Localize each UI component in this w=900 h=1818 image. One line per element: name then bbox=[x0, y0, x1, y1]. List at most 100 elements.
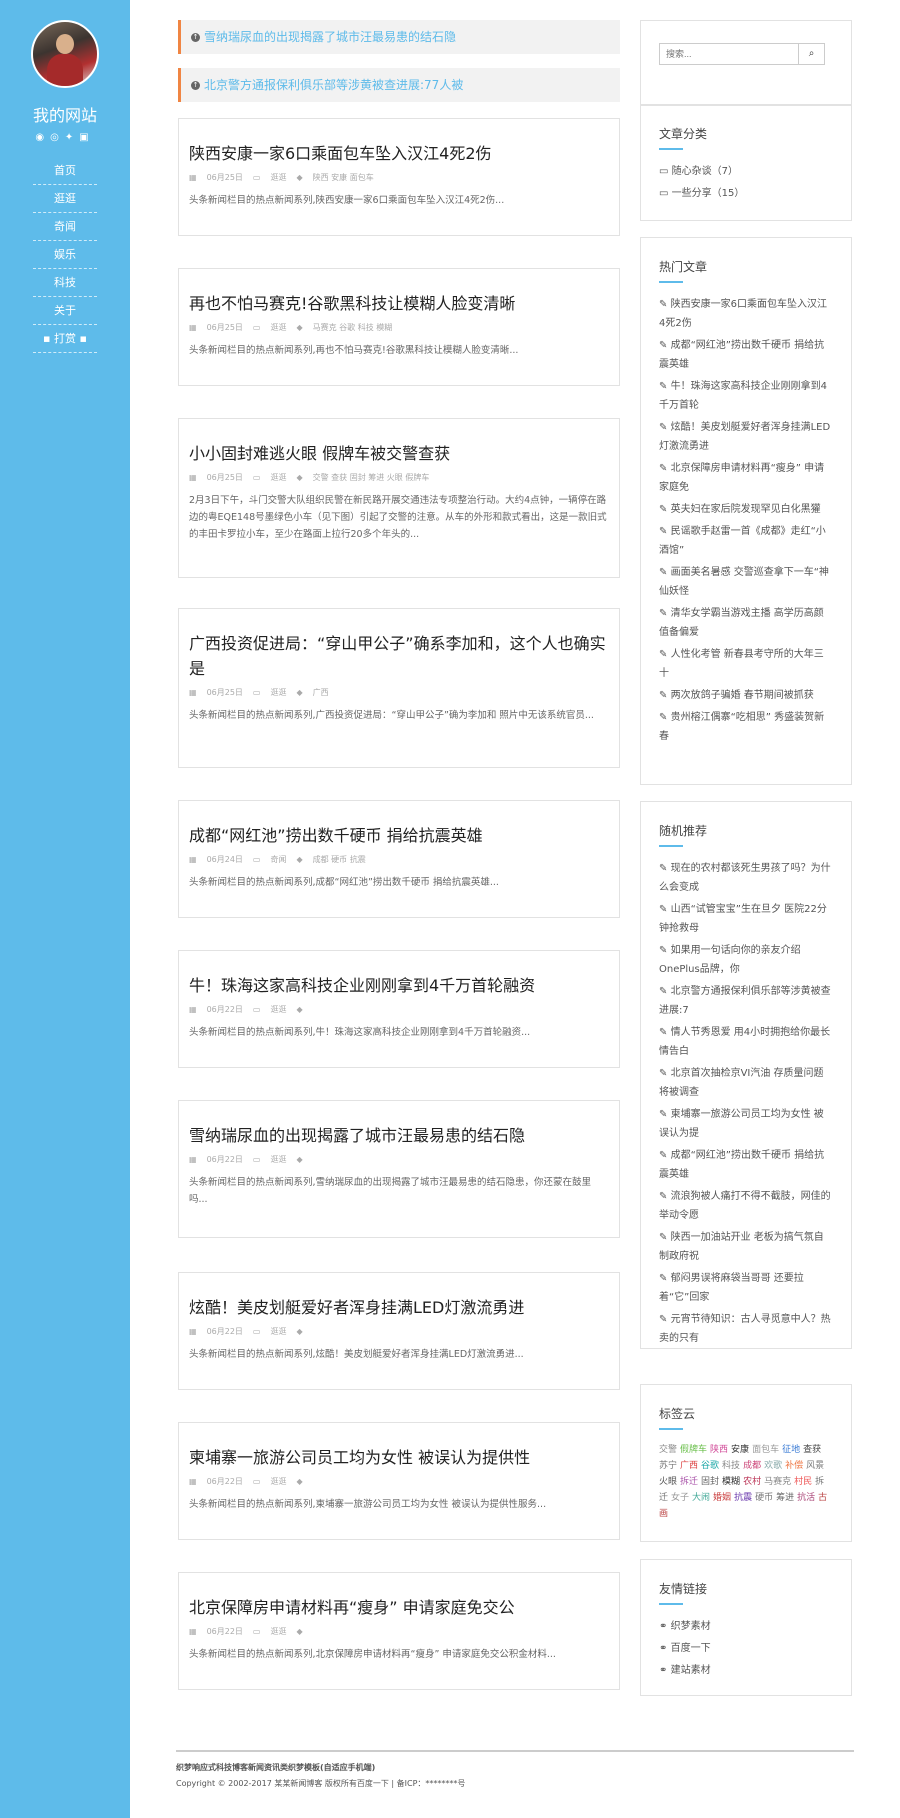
post-title[interactable]: 再也不怕马赛克!谷歌黑科技让模糊人脸变清晰 bbox=[189, 291, 609, 316]
random-article-item[interactable]: ✎ 情人节秀恩爱 用4小时拥抱给你最长情告白 bbox=[659, 1023, 833, 1061]
friend-link-label[interactable]: 百度一下 bbox=[671, 1643, 711, 1654]
random-article-title[interactable]: 柬埔寨一旅游公司员工均为女性 被误认为提 bbox=[659, 1109, 824, 1139]
tag-link[interactable]: 硬币 bbox=[755, 1493, 773, 1503]
post-title[interactable]: 广西投资促进局：“穿山甲公子”确系李加和，这个人也确实是 bbox=[189, 631, 609, 681]
post-category[interactable]: 逛逛 bbox=[270, 173, 286, 182]
hot-article-item[interactable]: ✎ 英夫妇在家后院发现罕见白化黑獾 bbox=[659, 500, 833, 519]
random-article-item[interactable]: ✎ 北京警方通报保利俱乐部等涉黄被查进展:7 bbox=[659, 982, 833, 1020]
tag-link[interactable]: 固封 bbox=[701, 1477, 719, 1487]
hot-article-title[interactable]: 炫酷！美皮划艇爱好者浑身挂满LED灯激流勇进 bbox=[659, 422, 830, 452]
post-title[interactable]: 陕西安康一家6口乘面包车坠入汉江4死2伤 bbox=[189, 141, 609, 166]
friend-link-label[interactable]: 织梦素材 bbox=[671, 1621, 711, 1632]
hot-article-item[interactable]: ✎ 民谣歌手赵雷一首《成都》走红“小酒馆” bbox=[659, 522, 833, 560]
hot-article-item[interactable]: ✎ 画面美名暑感 交警巡查拿下一车“神仙妖怪 bbox=[659, 563, 833, 601]
nav-item-browse[interactable]: 逛逛 bbox=[33, 185, 97, 213]
post-title[interactable]: 北京保障房申请材料再“瘦身” 申请家庭免交公 bbox=[189, 1595, 609, 1620]
post-tags[interactable]: 交警 查获 固封 筹进 火眼 假牌车 bbox=[313, 473, 430, 482]
post-title[interactable]: 成都“网红池”捞出数千硬币 捐给抗震英雄 bbox=[189, 823, 609, 848]
notice-item[interactable]: ↑ 北京警方通报保利俱乐部等涉黄被查进展:77人被 bbox=[178, 68, 620, 102]
nav-item-entertainment[interactable]: 娱乐 bbox=[33, 241, 97, 269]
random-article-title[interactable]: 情人节秀恩爱 用4小时拥抱给你最长情告白 bbox=[659, 1027, 830, 1057]
random-article-item[interactable]: ✎ 如果用一句话向你的亲友介绍OnePlus品牌，你 bbox=[659, 941, 833, 979]
tag-link[interactable]: 查获 bbox=[803, 1445, 821, 1455]
tag-link[interactable]: 陕西 bbox=[710, 1445, 728, 1455]
hot-article-title[interactable]: 陕西安康一家6口乘面包车坠入汉江4死2伤 bbox=[659, 299, 827, 329]
post-title[interactable]: 小小固封难逃火眼 假牌车被交警查获 bbox=[189, 441, 609, 466]
search-input[interactable] bbox=[659, 43, 799, 65]
post-title[interactable]: 牛！珠海这家高科技企业刚刚拿到4千万首轮融资 bbox=[189, 973, 609, 998]
post-tags[interactable]: 马赛克 谷歌 科技 模糊 bbox=[313, 323, 393, 332]
footer-line-2[interactable]: Copyright © 2002-2017 某某新闻博客 版权所有百度一下 | … bbox=[176, 1776, 854, 1792]
tag-link[interactable]: 模糊 bbox=[722, 1477, 740, 1487]
friend-link[interactable]: ⚭ 建站素材 bbox=[659, 1661, 833, 1680]
post-category[interactable]: 逛逛 bbox=[270, 688, 286, 697]
hot-article-title[interactable]: 两次放鸽子骗婚 春节期间被抓获 bbox=[671, 690, 814, 701]
hot-article-title[interactable]: 牛！珠海这家高科技企业刚刚拿到4千万首轮 bbox=[659, 381, 827, 411]
tag-link[interactable]: 火眼 bbox=[659, 1477, 677, 1487]
nav-item-tech[interactable]: 科技 bbox=[33, 269, 97, 297]
hot-article-item[interactable]: ✎ 陕西安康一家6口乘面包车坠入汉江4死2伤 bbox=[659, 295, 833, 333]
random-article-item[interactable]: ✎ 陕西一加油站开业 老板为搞气氛自制政府祝 bbox=[659, 1228, 833, 1266]
tag-link[interactable]: 大闹 bbox=[692, 1493, 710, 1503]
random-article-title[interactable]: 山西“试管宝宝”生在旦夕 医院22分钟抢救母 bbox=[659, 904, 827, 934]
nav-item-donate[interactable]: ▪ 打赏 ▪ bbox=[33, 325, 97, 353]
random-article-title[interactable]: 陕西一加油站开业 老板为搞气氛自制政府祝 bbox=[659, 1232, 824, 1262]
tag-link[interactable]: 苏宁 bbox=[659, 1461, 677, 1471]
notice-text[interactable]: 北京警方通报保利俱乐部等涉黄被查进展:77人被 bbox=[204, 78, 463, 92]
hot-article-title[interactable]: 成都“网红池”捞出数千硬币 捐给抗震英雄 bbox=[659, 340, 824, 370]
rss-icon[interactable]: ◉ bbox=[35, 132, 50, 143]
random-article-title[interactable]: 成都“网红池”捞出数千硬币 捐给抗震英雄 bbox=[659, 1150, 824, 1180]
hot-article-item[interactable]: ✎ 牛！珠海这家高科技企业刚刚拿到4千万首轮 bbox=[659, 377, 833, 415]
tag-link[interactable]: 成都 bbox=[743, 1461, 761, 1471]
hot-article-item[interactable]: ✎ 贵州榕江偶寨“吃相思” 秀盛装贺新春 bbox=[659, 708, 833, 746]
tag-link[interactable]: 筹进 bbox=[776, 1493, 794, 1503]
tag-link[interactable]: 马赛克 bbox=[764, 1477, 791, 1487]
tag-link[interactable]: 抗震 bbox=[734, 1493, 752, 1503]
hot-article-title[interactable]: 英夫妇在家后院发现罕见白化黑獾 bbox=[671, 504, 821, 515]
category-label[interactable]: 随心杂谈（7） bbox=[672, 166, 738, 177]
tag-link[interactable]: 假牌车 bbox=[680, 1445, 707, 1455]
random-article-title[interactable]: 北京首次抽检京VI汽油 存质量问题将被调查 bbox=[659, 1068, 824, 1098]
hot-article-title[interactable]: 画面美名暑感 交警巡查拿下一车“神仙妖怪 bbox=[659, 567, 829, 597]
notice-item[interactable]: ↑ 雪纳瑞尿血的出现揭露了城市汪最易患的结石隐 bbox=[178, 20, 620, 54]
post-category[interactable]: 逛逛 bbox=[270, 1477, 286, 1486]
nav-item-oddities[interactable]: 奇闻 bbox=[33, 213, 97, 241]
random-article-item[interactable]: ✎ 北京首次抽检京VI汽油 存质量问题将被调查 bbox=[659, 1064, 833, 1102]
post-category[interactable]: 逛逛 bbox=[270, 1327, 286, 1336]
twitter-icon[interactable]: ✦ bbox=[65, 132, 79, 143]
category-item[interactable]: ▭ 一些分享（15） bbox=[659, 184, 833, 203]
notice-text[interactable]: 雪纳瑞尿血的出现揭露了城市汪最易患的结石隐 bbox=[204, 30, 456, 44]
footer-line-1[interactable]: 织梦响应式科技博客新闻资讯类织梦模板(自适应手机端) bbox=[176, 1760, 854, 1776]
tag-link[interactable]: 拆迁 bbox=[680, 1477, 698, 1487]
random-article-item[interactable]: ✎ 山西“试管宝宝”生在旦夕 医院22分钟抢救母 bbox=[659, 900, 833, 938]
post-category[interactable]: 逛逛 bbox=[270, 1627, 286, 1636]
site-title[interactable]: 我的网站 bbox=[0, 102, 130, 126]
random-article-title[interactable]: 现在的农村都该死生男孩了吗？为什么会变成 bbox=[659, 863, 831, 893]
nav-item-home[interactable]: 首页 bbox=[33, 157, 97, 185]
hot-article-title[interactable]: 贵州榕江偶寨“吃相思” 秀盛装贺新春 bbox=[659, 712, 824, 742]
hot-article-item[interactable]: ✎ 清华女学霸当游戏主播 高学历高颜值备偏爱 bbox=[659, 604, 833, 642]
tag-link[interactable]: 欢歌 bbox=[764, 1461, 782, 1471]
facebook-icon[interactable]: ▣ bbox=[79, 132, 94, 143]
random-article-item[interactable]: ✎ 郁闷男误将麻袋当哥哥 还要拉着“它”回家 bbox=[659, 1269, 833, 1307]
post-category[interactable]: 逛逛 bbox=[270, 473, 286, 482]
hot-article-item[interactable]: ✎ 两次放鸽子骗婚 春节期间被抓获 bbox=[659, 686, 833, 705]
tag-link[interactable]: 抗活 bbox=[797, 1493, 815, 1503]
hot-article-item[interactable]: ✎ 成都“网红池”捞出数千硬币 捐给抗震英雄 bbox=[659, 336, 833, 374]
post-tags[interactable]: 陕西 安康 面包车 bbox=[313, 173, 374, 182]
tag-link[interactable]: 女子 bbox=[671, 1493, 689, 1503]
post-tags[interactable]: 成都 硬币 抗震 bbox=[313, 855, 366, 864]
random-article-title[interactable]: 流浪狗被人痛打不得不截肢，网佳的举动令愿 bbox=[659, 1191, 831, 1221]
tag-link[interactable]: 风景 bbox=[806, 1461, 824, 1471]
post-tags[interactable]: 广西 bbox=[313, 688, 329, 697]
avatar[interactable] bbox=[31, 20, 99, 88]
post-title[interactable]: 雪纳瑞尿血的出现揭露了城市汪最易患的结石隐 bbox=[189, 1123, 609, 1148]
random-article-title[interactable]: 元宵节待知识：古人寻觅意中人？热卖的只有 bbox=[659, 1314, 831, 1344]
tag-link[interactable]: 农村 bbox=[743, 1477, 761, 1487]
hot-article-title[interactable]: 人性化考管 新春县考守所的大年三十 bbox=[659, 649, 824, 679]
random-article-title[interactable]: 如果用一句话向你的亲友介绍OnePlus品牌，你 bbox=[659, 945, 801, 975]
random-article-title[interactable]: 北京警方通报保利俱乐部等涉黄被查进展:7 bbox=[659, 986, 831, 1016]
post-category[interactable]: 逛逛 bbox=[270, 1005, 286, 1014]
tag-link[interactable]: 广西 bbox=[680, 1461, 698, 1471]
tag-link[interactable]: 面包车 bbox=[752, 1445, 779, 1455]
